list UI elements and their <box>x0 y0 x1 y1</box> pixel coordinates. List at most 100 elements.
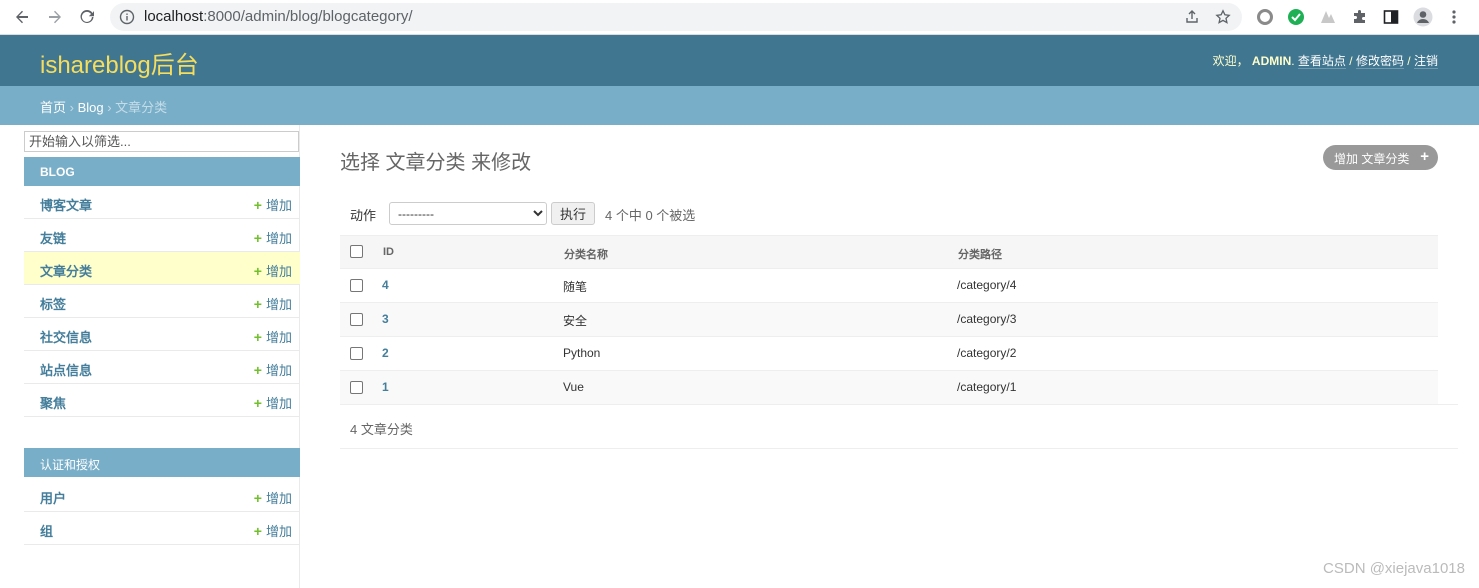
sidebar-item-users[interactable]: 用户 + 增加 <box>24 479 300 512</box>
nav-sidebar: BLOG 博客文章 +增加 友链 +增加 文章分类 +增加 标签 +增加 社交信… <box>23 125 300 588</box>
reload-icon <box>80 9 94 23</box>
row-name: Python <box>563 346 601 360</box>
plus-icon: + <box>253 263 262 279</box>
column-header-name[interactable]: 分类名称 <box>564 246 608 262</box>
site-branding[interactable]: ishareblog后台 <box>40 45 199 80</box>
sidebar-item-focus[interactable]: 聚焦 + 增加 <box>24 384 300 417</box>
page-title: 选择 文章分类 来修改 <box>340 152 532 174</box>
module-caption-blog[interactable]: BLOG <box>24 157 300 186</box>
add-link[interactable]: + 增加 <box>254 360 292 379</box>
action-select[interactable]: --------- <box>389 202 547 225</box>
address-bar[interactable]: localhost:8000/admin/blog/blogcategory/ <box>110 3 1242 31</box>
table-row: 1 Vue /category/1 <box>340 371 1438 405</box>
extension-check-icon[interactable] <box>1286 7 1306 27</box>
row-path: /category/3 <box>957 312 1017 326</box>
row-id-link[interactable]: 2 <box>382 346 389 360</box>
select-all-checkbox[interactable] <box>350 245 363 258</box>
module-caption-auth[interactable]: 认证和授权 <box>24 448 300 477</box>
row-name: Vue <box>563 380 584 394</box>
row-id-link[interactable]: 3 <box>382 312 389 326</box>
table-row: 4 随笔 /category/4 <box>340 269 1438 303</box>
plus-icon: + <box>253 329 262 345</box>
sidebar-item-category[interactable]: 文章分类 + 增加 <box>24 252 300 285</box>
row-path: /category/4 <box>957 278 1017 292</box>
row-checkbox[interactable] <box>350 313 363 326</box>
row-name: 安全 <box>563 314 588 328</box>
row-checkbox[interactable] <box>350 279 363 292</box>
add-category-button[interactable]: 增加 文章分类 + <box>1323 145 1438 170</box>
actions-bar: 动作 --------- 执行 4 个中 0 个被选 <box>340 198 1438 228</box>
add-link[interactable]: + 增加 <box>254 488 292 507</box>
result-count: 4 文章分类 <box>350 422 413 437</box>
column-header-path[interactable]: 分类路径 <box>958 246 1002 262</box>
add-link[interactable]: + 增加 <box>254 261 292 280</box>
column-header-id[interactable]: ID <box>383 246 394 258</box>
plus-icon: + <box>253 296 262 312</box>
sidebar-item-label[interactable]: 文章分类 <box>40 261 92 280</box>
run-action-button[interactable]: 执行 <box>551 202 595 225</box>
logout-link[interactable]: 注销 <box>1413 54 1438 69</box>
reload-button[interactable] <box>76 6 98 28</box>
row-id-link[interactable]: 1 <box>382 380 389 394</box>
sidebar-item-label[interactable]: 博客文章 <box>40 195 92 214</box>
plus-icon: + <box>253 362 262 378</box>
breadcrumb: 首页 › Blog › 文章分类 <box>0 86 1479 125</box>
add-link[interactable]: + 增加 <box>254 521 292 540</box>
actions-label: 动作 <box>350 208 377 223</box>
plus-icon: + <box>253 523 262 539</box>
add-link[interactable]: + 增加 <box>254 228 292 247</box>
sidebar-item-label[interactable]: 用户 <box>40 488 66 507</box>
sidebar-item-label[interactable]: 标签 <box>40 294 66 313</box>
back-button[interactable] <box>11 6 33 28</box>
add-link[interactable]: + 增加 <box>254 393 292 412</box>
sidebar-item-blog-article[interactable]: 博客文章 + 增加 <box>24 186 300 219</box>
watermark: CSDN @xiejava1018 <box>1323 560 1465 577</box>
plus-icon: + <box>253 197 262 213</box>
extensions-puzzle-icon[interactable] <box>1350 7 1370 27</box>
sidebar-item-tag[interactable]: 标签 + 增加 <box>24 285 300 318</box>
welcome-text: 欢迎， <box>1212 54 1249 68</box>
plus-icon: + <box>253 395 262 411</box>
row-id-link[interactable]: 4 <box>382 278 389 292</box>
sidebar-item-label[interactable]: 聚焦 <box>40 393 66 412</box>
user-tools: 欢迎， ADMIN. 查看站点 / 修改密码 / 注销 <box>1212 54 1438 69</box>
more-menu-icon[interactable] <box>1444 7 1464 27</box>
sidebar-item-label[interactable]: 站点信息 <box>40 360 92 379</box>
add-link[interactable]: + 增加 <box>254 327 292 346</box>
row-checkbox[interactable] <box>350 347 363 360</box>
bookmark-star-icon[interactable] <box>1214 8 1232 26</box>
sidebar-item-friend-link[interactable]: 友链 + 增加 <box>24 219 300 252</box>
row-path: /category/1 <box>957 380 1017 394</box>
plus-icon: + <box>253 230 262 246</box>
nav-filter-input[interactable] <box>24 131 299 152</box>
url-text: localhost:8000/admin/blog/blogcategory/ <box>144 8 413 25</box>
add-link[interactable]: + 增加 <box>254 195 292 214</box>
breadcrumb-app[interactable]: Blog <box>78 100 104 115</box>
arrow-right-icon <box>49 10 61 24</box>
browser-toolbar: localhost:8000/admin/blog/blogcategory/ <box>0 0 1479 35</box>
arrow-left-icon <box>16 10 28 24</box>
extension-circle-icon[interactable] <box>1255 7 1275 27</box>
breadcrumb-home[interactable]: 首页 <box>40 100 66 115</box>
row-path: /category/2 <box>957 346 1017 360</box>
view-site-link[interactable]: 查看站点 <box>1297 54 1346 69</box>
results-table: ID 分类名称 分类路径 4 随笔 /category/4 3 安全 /cate… <box>340 235 1438 405</box>
plus-icon: + <box>253 490 262 506</box>
profile-avatar-icon[interactable] <box>1413 7 1433 27</box>
sidebar-item-label[interactable]: 社交信息 <box>40 327 92 346</box>
row-checkbox[interactable] <box>350 381 363 394</box>
share-icon[interactable] <box>1183 8 1201 26</box>
side-panel-icon[interactable] <box>1381 7 1401 27</box>
extension-triangle-icon[interactable] <box>1318 7 1338 27</box>
info-icon[interactable] <box>118 8 136 26</box>
sidebar-item-label[interactable]: 组 <box>40 521 53 540</box>
forward-button[interactable] <box>44 6 66 28</box>
sidebar-item-label[interactable]: 友链 <box>40 228 66 247</box>
sidebar-item-site-info[interactable]: 站点信息 + 增加 <box>24 351 300 384</box>
admin-header: ishareblog后台 欢迎， ADMIN. 查看站点 / 修改密码 / 注销 <box>0 35 1479 86</box>
table-header: ID 分类名称 分类路径 <box>340 235 1438 269</box>
change-password-link[interactable]: 修改密码 <box>1355 54 1404 69</box>
sidebar-item-groups[interactable]: 组 + 增加 <box>24 512 300 545</box>
sidebar-item-social[interactable]: 社交信息 + 增加 <box>24 318 300 351</box>
add-link[interactable]: + 增加 <box>254 294 292 313</box>
